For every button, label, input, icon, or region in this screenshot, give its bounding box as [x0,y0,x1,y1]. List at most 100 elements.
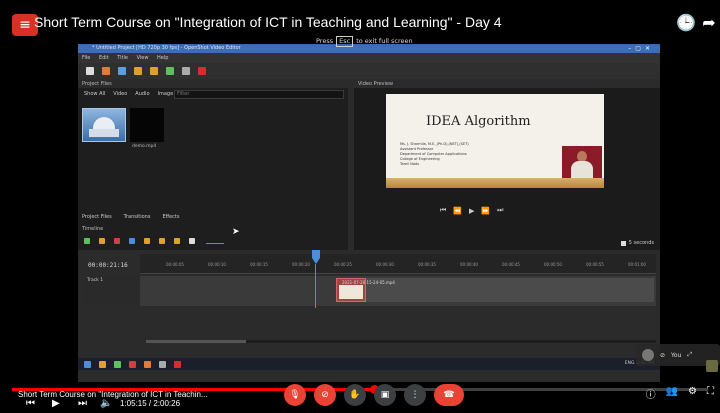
previous-marker-icon[interactable] [144,238,150,244]
info-icon[interactable]: ⓘ [646,386,656,401]
avatar [642,349,654,361]
new-project-icon[interactable] [86,67,94,75]
file-thumbnail-2[interactable] [130,108,164,142]
rewind-icon[interactable]: ⏪ [453,207,462,215]
timeline-scrollbar[interactable] [146,340,656,343]
presentation-slide: IDEA Algorithm Ms. J. Sharmila, M.E.,(Ph… [386,94,604,188]
track-lane[interactable]: 2021-07-20 15-24-05.mp4 [140,276,656,306]
bottom-video-title: Short Term Course on "Integration of ICT… [18,390,208,399]
open-project-icon[interactable] [102,67,110,75]
play-icon[interactable]: ▶ [469,207,474,215]
timeline-label: Timeline [82,226,104,232]
import-files-icon[interactable] [166,67,174,75]
tab-effects[interactable]: Effects [162,214,179,220]
taskbar-app-icon[interactable] [174,360,181,368]
scrollbar-thumb[interactable] [146,340,246,343]
more-options-button[interactable]: ⋮ [404,384,426,406]
watch-later-icon[interactable]: 🕒 [676,14,696,32]
preview-controls: ⏮ ⏪ ▶ ⏩ ⏭ [440,206,503,215]
fast-forward-icon[interactable]: ⏩ [481,207,490,215]
jump-start-icon[interactable]: ⏮ [440,206,446,215]
clip-thumbnail [339,285,363,299]
clip-extension: 2021-07-20 15-24-05.mp4 [342,278,654,302]
jump-end-icon[interactable]: ⏭ [497,206,503,215]
slide-text: Ms. J. Sharmila, M.E.,(Ph.D),(NET),(SET)… [400,142,469,166]
start-icon[interactable] [84,360,91,368]
taskbar-app-icon[interactable] [114,360,121,368]
razor-icon[interactable] [114,238,120,244]
video-title[interactable]: Short Term Course on "Integration of ICT… [34,14,502,30]
present-button[interactable]: ▣ [374,384,396,406]
video-off-icon: ⊘ [660,351,666,359]
file-name-2: demo.mp4 [132,144,157,149]
phone-hangup-icon: ☎ [443,390,455,400]
snap-icon[interactable] [99,238,105,244]
project-files-panel: Show All Video Audio Image Filter demo.m… [78,88,348,250]
ruler-tick: 00:00:55 [586,262,604,267]
timeline-ruler[interactable]: 00:00:05 00:00:10 00:00:15 00:00:20 00:0… [140,254,656,274]
file-thumbnail-1[interactable] [82,108,126,142]
taskbar-app-icon[interactable] [129,360,136,368]
raise-hand-button[interactable]: ✋ [344,384,366,406]
seconds-icon [620,240,626,246]
taskbar-app-icon[interactable] [144,360,151,368]
menu-view[interactable]: View [137,55,149,61]
profile-icon[interactable] [182,67,190,75]
center-timeline-icon[interactable] [174,238,180,244]
playhead-icon[interactable] [312,250,320,264]
timeline-toolbar [84,238,195,244]
zoom-seconds: 5 seconds [620,240,654,246]
menu-edit[interactable]: Edit [99,55,109,61]
ruler-tick: 00:00:15 [250,262,268,267]
volume-icon[interactable]: 🔈 [100,398,112,410]
end-call-button[interactable]: ☎ [434,384,464,406]
save-project-icon[interactable] [118,67,126,75]
filter-input[interactable]: Filter [174,90,344,99]
redo-icon[interactable] [150,67,158,75]
expand-icon[interactable]: ⤢ [687,351,692,359]
mic-off-button[interactable]: 🎙 [284,384,306,406]
next-icon[interactable]: ⏭ [78,398,87,410]
notification-badge [706,360,718,372]
tab-transitions[interactable]: Transitions [124,214,151,220]
next-marker-icon[interactable] [159,238,165,244]
menu-bar: File Edit Title View Help [78,53,660,63]
slide-footer-bar [386,178,604,188]
ruler-tick: 00:00:05 [166,262,184,267]
fullscreen-icon[interactable]: ⛶ [707,386,714,401]
windows-taskbar [78,358,660,370]
ruler-tick: 00:00:45 [502,262,520,267]
bottom-tabs: Project Files Transitions Effects [82,214,179,220]
camera-off-button[interactable]: ⊘ [314,384,336,406]
zoom-slider[interactable] [206,243,224,244]
ruler-tick: 00:00:40 [460,262,478,267]
activities-icon[interactable]: ⚙ [688,386,697,401]
menu-help[interactable]: Help [157,55,168,61]
export-video-icon[interactable] [198,67,206,75]
menu-file[interactable]: File [82,55,90,61]
mouse-cursor-icon: ➤ [232,227,240,237]
zoom-icon[interactable] [189,238,195,244]
tab-project-files[interactable]: Project Files [82,214,112,220]
ruler-tick: 00:00:35 [418,262,436,267]
previous-icon[interactable]: ⏮ [26,398,35,410]
mic-off-icon: 🎙 [289,390,301,400]
building-image [93,117,115,129]
filter-image[interactable]: Image [156,91,176,97]
play-button-icon[interactable]: ▶ [52,398,60,410]
people-icon[interactable]: 👥 [666,386,678,401]
share-icon[interactable]: ➦ [700,14,718,32]
filter-video[interactable]: Video [111,91,129,97]
filter-show-all[interactable]: Show All [82,91,107,97]
taskbar-app-icon[interactable] [99,360,106,368]
hand-icon: ✋ [349,390,361,400]
taskbar-app-icon[interactable] [159,360,166,368]
ruler-tick: 00:01:00 [628,262,646,267]
filter-audio[interactable]: Audio [133,91,151,97]
add-track-icon[interactable] [84,238,90,244]
add-marker-icon[interactable] [129,238,135,244]
clip-label: 2021-07-20 15-24-05.mp4 [342,280,395,285]
ruler-tick: 00:00:20 [292,262,310,267]
undo-icon[interactable] [134,67,142,75]
menu-title[interactable]: Title [117,55,128,61]
